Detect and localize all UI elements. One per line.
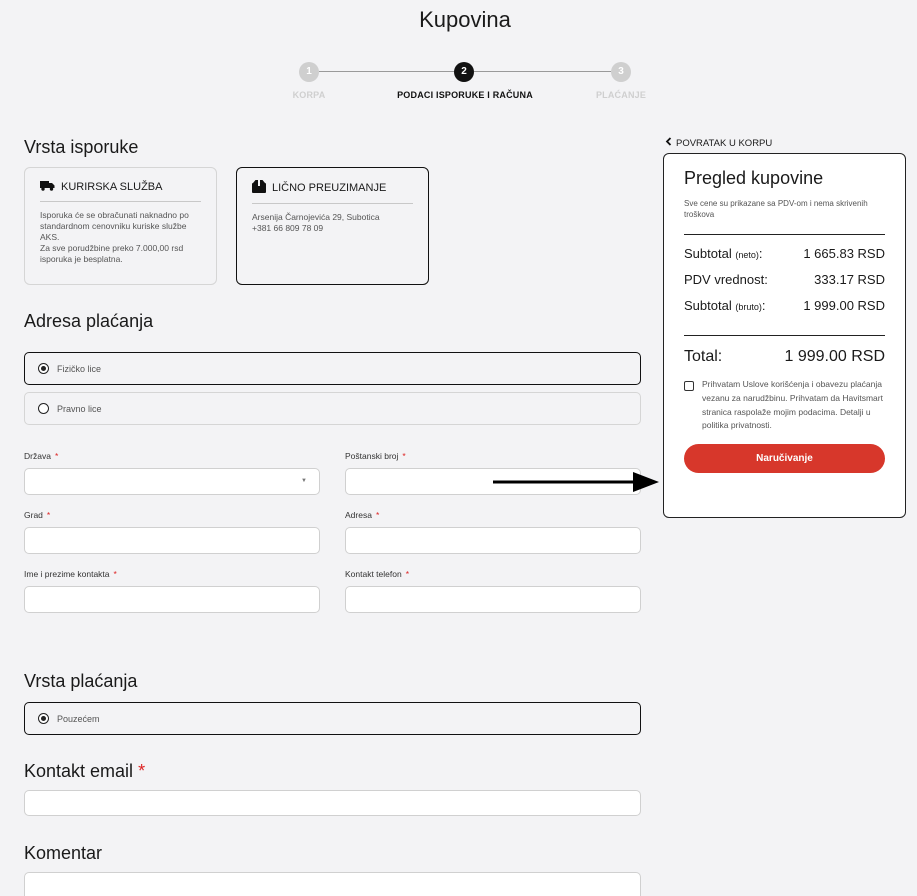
summary-row-label: Subtotal (neto): [684,246,763,262]
billing-title: Adresa plaćanja [24,311,154,331]
step-connector [474,71,611,72]
step-connector [319,71,454,72]
summary-row: PDV vrednost: 333.17 RSD [684,272,885,287]
terms-checkbox[interactable] [684,381,694,392]
summary-row: Subtotal (neto): 1 665.83 RSD [684,246,885,261]
arrow-right-icon [493,472,659,492]
place-order-button[interactable]: Naručivanje [684,443,885,473]
summary-row-value: 333.17 RSD [814,272,885,288]
radio-physical-person[interactable]: Fizičko lice [24,352,641,385]
contact-name-input[interactable] [24,586,320,613]
back-link-label: POVRATAK U KORPU [676,137,773,149]
radio-label: Pouzećem [57,713,100,724]
comment-textarea[interactable] [24,872,641,896]
page-title: Kupovina [419,7,511,32]
summary-divider [684,335,885,337]
step-3-circle: 3 [611,62,631,82]
radio-indicator[interactable] [38,403,49,414]
country-select[interactable]: ▼ [24,468,320,495]
shipping-title: Vrsta isporuke [24,137,139,157]
shipping-option-label: KURIRSKA SLUŽBA [61,181,163,193]
postal-label: Poštanski broj * [345,451,406,461]
radio-indicator[interactable] [38,713,49,724]
country-label: Država * [24,451,59,461]
phone-input[interactable] [345,586,641,613]
shipping-option-header: KURIRSKA SLUŽBA [40,180,201,202]
shipping-option-label: LIČNO PREUZIMANJE [272,182,387,194]
checkout-stepper: 1 2 3 KORPA PODACI ISPORUKE I RAČUNA PLA… [280,60,670,104]
summary-row-value: 1 665.83 RSD [803,246,885,262]
address-input[interactable] [345,527,641,554]
step-3-label: PLAĆANJE [595,90,647,100]
terms-text: Prihvatam Uslove korišćenja i obavezu pl… [702,379,883,431]
radio-legal-entity[interactable]: Pravno lice [24,392,641,425]
radio-label: Fizičko lice [57,363,102,374]
summary-row-label: PDV vrednost: [684,272,768,288]
shipping-option-description: Arsenija Čarnojevića 29, Subotica +381 6… [252,212,380,234]
summary-note: Sve cene su prikazane sa PDV-om i nema s… [684,198,885,236]
radio-indicator[interactable] [38,363,49,374]
radio-cash-on-delivery[interactable]: Pouzećem [24,702,641,735]
summary-title: Pregled kupovine [684,168,824,188]
order-summary-panel: Pregled kupovine Sve cene su prikazane s… [663,153,906,518]
truck-icon [40,180,55,194]
radio-label: Pravno lice [57,403,102,414]
payment-title: Vrsta plaćanja [24,671,138,691]
summary-row-label: Subtotal (bruto): [684,298,766,314]
summary-row-value: 1 999.00 RSD [803,298,885,314]
back-to-cart-link[interactable]: POVRATAK U KORPU [665,137,772,149]
city-label: Grad * [24,510,51,520]
shipping-option-header: LIČNO PREUZIMANJE [252,180,413,204]
step-2-circle: 2 [454,62,474,82]
summary-row: Subtotal (bruto): 1 999.00 RSD [684,298,885,313]
total-label: Total: [684,348,723,366]
box-icon [252,180,266,196]
shipping-option-pickup[interactable]: LIČNO PREUZIMANJE Arsenija Čarnojevića 2… [236,167,429,285]
shipping-option-courier[interactable]: KURIRSKA SLUŽBA Isporuka će se obračunat… [24,167,217,285]
chevron-left-icon [665,137,672,149]
comment-title: Komentar [24,843,103,863]
shipping-option-description: Isporuka će se obračunati naknadno po st… [40,210,189,265]
step-1-circle[interactable]: 1 [299,62,319,82]
terms-consent: Prihvatam Uslove korišćenja i obavezu pl… [684,378,885,432]
step-2-label: PODACI ISPORUKE I RAČUNA [397,90,533,100]
summary-total: Total: 1 999.00 RSD [684,348,885,366]
email-input[interactable] [24,790,641,816]
address-label: Adresa * [345,510,380,520]
contact-name-label: Ime i prezime kontakta * [24,569,117,579]
caret-down-icon: ▼ [301,478,307,484]
email-title: Kontakt email * [24,761,146,781]
city-input[interactable] [24,527,320,554]
phone-label: Kontakt telefon * [345,569,410,579]
step-1-label[interactable]: KORPA [293,90,326,100]
total-value: 1 999.00 RSD [784,348,885,366]
